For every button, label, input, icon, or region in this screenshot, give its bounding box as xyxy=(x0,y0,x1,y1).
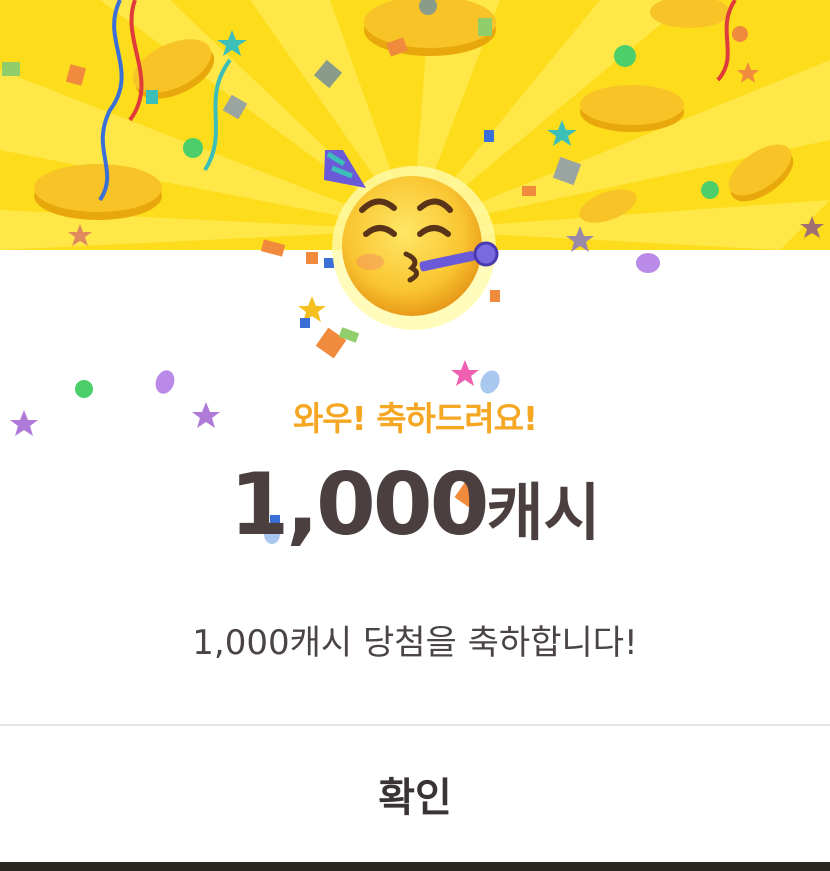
congratulation-message: 1,000캐시 당첨을 축하합니다! xyxy=(192,623,638,663)
star-icon xyxy=(547,120,577,146)
gold-coin-icon xyxy=(580,85,684,132)
confirm-button[interactable]: 확인 xyxy=(0,726,830,862)
party-face-emoji xyxy=(324,150,499,330)
amount-unit: 캐시 xyxy=(486,476,601,549)
reward-amount: 1,000캐시 xyxy=(0,455,830,555)
gold-coin-icon xyxy=(34,164,162,220)
gold-coin-icon xyxy=(650,0,730,28)
star-icon xyxy=(737,62,759,83)
reward-dialog: 와우! 축하드려요! 1,000캐시 1,000캐시 당첨을 축하합니다! 확인 xyxy=(0,0,830,862)
amount-number: 1,000 xyxy=(229,455,489,555)
headline-text: 와우! 축하드려요! xyxy=(292,399,538,438)
star-icon xyxy=(451,360,479,386)
